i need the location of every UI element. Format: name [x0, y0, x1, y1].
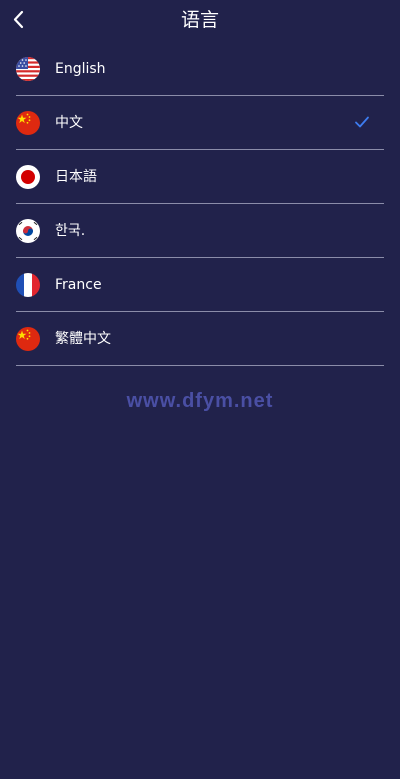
watermark-text: www.dfym.net [126, 390, 274, 412]
language-item-chinese[interactable]: 中文 [16, 96, 384, 150]
fr-flag-icon [16, 272, 40, 297]
language-label: France [55, 276, 102, 293]
page-title: 语言 [180, 9, 219, 31]
language-label: 日本語 [55, 168, 97, 185]
language-label: 中文 [55, 114, 83, 131]
jp-flag-icon [16, 164, 40, 189]
cn-flag-icon [16, 110, 40, 135]
us-flag-icon [16, 56, 40, 81]
language-item-korean[interactable]: 한국. [16, 204, 384, 258]
language-item-traditional-chinese[interactable]: 繁體中文 [16, 312, 384, 366]
language-item-english[interactable]: English [16, 42, 384, 96]
language-label: 繁體中文 [55, 330, 111, 347]
language-label: 한국. [55, 222, 86, 239]
language-list: English 中文 日本語 한국. France 繁體中文 [16, 42, 384, 366]
language-item-france[interactable]: France [16, 258, 384, 312]
language-label: English [55, 60, 106, 77]
cn-flag-icon [16, 326, 40, 351]
language-item-japanese[interactable]: 日本語 [16, 150, 384, 204]
kr-flag-icon [16, 218, 40, 243]
check-icon [355, 116, 369, 128]
app-header: 语言 [0, 0, 400, 42]
